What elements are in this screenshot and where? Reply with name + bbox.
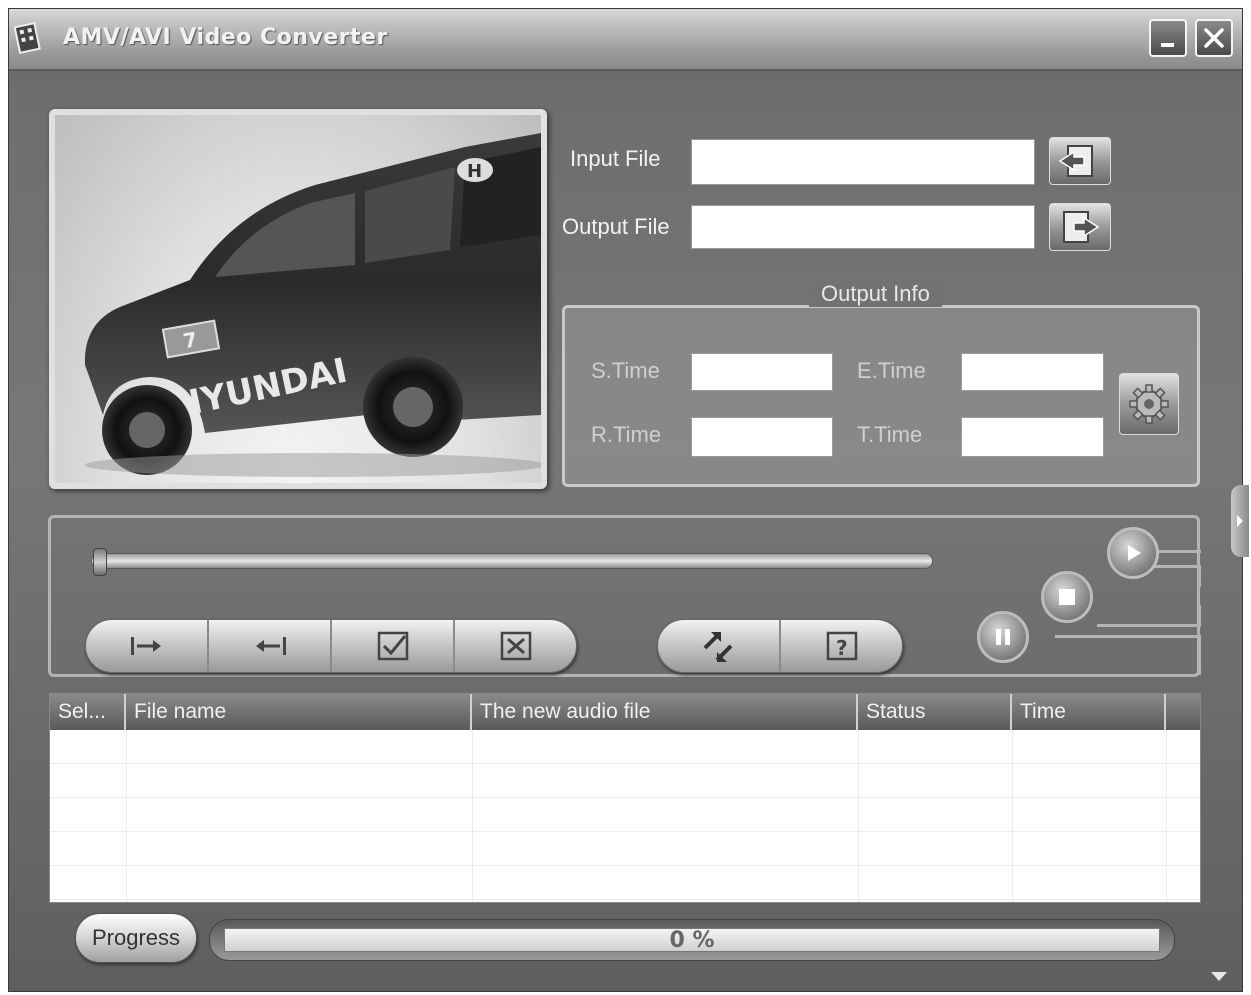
help-glyph: ? xyxy=(836,636,848,660)
stop-icon xyxy=(1059,589,1075,605)
stop-button[interactable] xyxy=(1041,571,1093,623)
table-row[interactable] xyxy=(50,764,1200,798)
s-time-label: S.Time xyxy=(591,358,660,383)
help-icon: ? xyxy=(826,631,857,661)
mark-out-icon xyxy=(255,637,286,655)
convert-button[interactable] xyxy=(658,620,781,672)
checkbox-checked-icon xyxy=(377,631,408,661)
film-icon xyxy=(13,21,41,54)
save-folder-icon xyxy=(1063,211,1100,243)
t-time-label: T.Time xyxy=(857,422,923,447)
column-header-file-name[interactable]: File name xyxy=(126,694,472,730)
s-time-field[interactable] xyxy=(691,353,833,391)
e-time-label: E.Time xyxy=(857,358,926,383)
t-time-field[interactable] xyxy=(961,417,1104,457)
pause-button[interactable] xyxy=(977,611,1029,663)
output-file-label: Output File xyxy=(562,214,670,239)
table-row[interactable] xyxy=(50,730,1200,764)
seek-thumb[interactable] xyxy=(93,548,107,576)
set-end-button[interactable] xyxy=(209,620,332,672)
r-time-label: R.Time xyxy=(591,422,662,447)
help-button[interactable]: ? xyxy=(781,620,902,672)
progress-bar: 0 % xyxy=(209,919,1175,961)
svg-text:H: H xyxy=(467,161,482,182)
delete-box-icon xyxy=(500,631,531,661)
minimize-button[interactable] xyxy=(1149,19,1187,57)
play-icon xyxy=(1128,545,1141,561)
r-time-field[interactable] xyxy=(691,417,833,457)
input-file-field[interactable] xyxy=(691,139,1035,185)
scroll-down-icon[interactable] xyxy=(1209,969,1229,983)
side-expand-tab[interactable] xyxy=(1231,485,1249,557)
output-file-field[interactable] xyxy=(691,205,1035,249)
column-header-new-audio-file[interactable]: The new audio file xyxy=(472,694,858,730)
output-browse-button[interactable] xyxy=(1049,203,1111,251)
delete-button[interactable] xyxy=(455,620,576,672)
set-start-button[interactable] xyxy=(86,620,209,672)
chevron-right-icon xyxy=(1237,515,1243,527)
title-bar[interactable]: AMV/AVI Video Converter xyxy=(9,9,1242,71)
convert-arrows-icon xyxy=(703,632,732,662)
app-window: AMV/AVI Video Converter H 7 HYUNDAI Inpu… xyxy=(8,8,1249,992)
mark-in-icon xyxy=(130,637,161,655)
progress-percent-text: 0 % xyxy=(669,927,715,953)
pause-icon xyxy=(996,629,1010,645)
edit-button-group xyxy=(85,619,577,673)
progress-button[interactable]: Progress xyxy=(75,913,197,963)
input-file-label: Input File xyxy=(570,146,661,171)
column-header-status[interactable]: Status xyxy=(858,694,1012,730)
table-row[interactable] xyxy=(50,798,1200,832)
table-row[interactable] xyxy=(50,866,1200,900)
output-info-group xyxy=(562,305,1200,487)
check-button[interactable] xyxy=(332,620,455,672)
column-header-time[interactable]: Time xyxy=(1012,694,1166,730)
input-browse-button[interactable] xyxy=(1049,137,1111,185)
e-time-field[interactable] xyxy=(961,353,1104,391)
open-folder-icon xyxy=(1058,145,1093,177)
seek-bar[interactable] xyxy=(91,548,933,576)
close-button[interactable] xyxy=(1195,19,1233,57)
settings-button[interactable] xyxy=(1119,373,1179,435)
tool-button-group: ? xyxy=(657,619,903,673)
play-button[interactable] xyxy=(1107,527,1159,579)
table-header: Sel... File name The new audio file Stat… xyxy=(50,694,1200,730)
window-title: AMV/AVI Video Converter xyxy=(63,25,388,50)
video-preview: H 7 HYUNDAI xyxy=(49,109,547,489)
column-header-select[interactable]: Sel... xyxy=(50,694,126,730)
gear-icon xyxy=(1129,384,1169,424)
output-info-title: Output Info xyxy=(809,281,942,307)
minimize-icon xyxy=(1161,43,1174,47)
car-preview-image: H 7 HYUNDAI xyxy=(84,133,541,477)
file-list-table[interactable]: Sel... File name The new audio file Stat… xyxy=(49,693,1201,903)
close-icon xyxy=(1204,28,1224,48)
table-row[interactable] xyxy=(50,832,1200,866)
